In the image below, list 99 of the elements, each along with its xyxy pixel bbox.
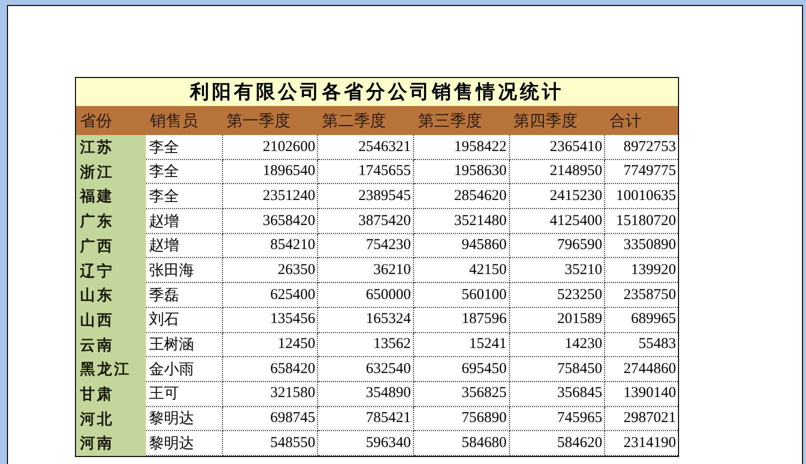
table-cell: 李全 — [146, 184, 223, 210]
column-header: 第二季度 — [322, 110, 386, 132]
table-cell: 3521480 — [414, 209, 510, 234]
table-cell: 754230 — [318, 234, 414, 258]
province-cell: 甘肃 — [76, 382, 146, 407]
table-cell: 3875420 — [318, 209, 414, 234]
province-cell: 山东 — [76, 283, 146, 308]
table-cell: 945860 — [414, 234, 510, 258]
table-cell: 15241 — [414, 332, 510, 358]
table-cell: 35210 — [510, 258, 606, 284]
table-cell: 李全 — [146, 135, 223, 160]
province-cell: 河南 — [76, 431, 146, 456]
table-cell: 758450 — [510, 357, 606, 382]
table-cell: 2365410 — [510, 135, 606, 160]
table-cell: 李全 — [146, 160, 223, 184]
table-cell: 796590 — [510, 234, 606, 258]
table-cell: 560100 — [414, 283, 510, 308]
table-cell: 赵增 — [146, 209, 223, 234]
table-cell: 7749775 — [605, 160, 678, 184]
table-title: 利阳有限公司各省分公司销售情况统计 — [76, 78, 678, 106]
table-cell: 2314190 — [605, 431, 678, 456]
table-cell: 135456 — [222, 308, 318, 332]
column-header: 省份 — [80, 110, 112, 132]
table-cell: 黎明达 — [146, 431, 223, 456]
table-cell: 1745655 — [318, 160, 414, 184]
table-cell: 2358750 — [605, 283, 678, 308]
table-cell: 2744860 — [605, 357, 678, 382]
table-cell: 139920 — [605, 258, 678, 284]
table-cell: 3658420 — [222, 209, 318, 234]
table-cell: 785421 — [318, 406, 414, 432]
table-cell: 26350 — [222, 258, 318, 284]
table-cell: 756890 — [414, 406, 510, 432]
table-cell: 2389545 — [318, 184, 414, 210]
table-cell: 201589 — [510, 308, 606, 332]
table-cell: 596340 — [318, 431, 414, 456]
table-cell: 王可 — [146, 382, 223, 407]
table-cell: 689965 — [605, 308, 678, 332]
table-cell: 15180720 — [605, 209, 678, 234]
table-cell: 8972753 — [605, 135, 678, 160]
table-cell: 187596 — [414, 308, 510, 332]
table-cell: 12450 — [222, 332, 318, 358]
column-header: 第三季度 — [418, 110, 482, 132]
table-cell: 356825 — [414, 382, 510, 407]
table-cell: 金小雨 — [146, 357, 223, 382]
table-cell: 季磊 — [146, 283, 223, 308]
table-cell: 354890 — [318, 382, 414, 407]
province-cell: 江苏 — [76, 135, 146, 160]
table-cell: 13562 — [318, 332, 414, 358]
table-cell: 650000 — [318, 283, 414, 308]
table-cell: 赵增 — [146, 234, 223, 258]
province-cell: 云南 — [76, 332, 146, 358]
table-cell: 523250 — [510, 283, 606, 308]
table-cell: 1958630 — [414, 160, 510, 184]
table-cell: 658420 — [222, 357, 318, 382]
table-cell: 584680 — [414, 431, 510, 456]
table-cell: 625400 — [222, 283, 318, 308]
table-cell: 321580 — [222, 382, 318, 407]
table-cell: 黎明达 — [146, 406, 223, 432]
table-cell: 2987021 — [605, 406, 678, 432]
table-cell: 刘石 — [146, 308, 223, 332]
table-cell: 55483 — [605, 332, 678, 358]
province-cell: 黑龙江 — [76, 357, 146, 382]
table-cell: 2148950 — [510, 160, 606, 184]
province-cell: 福建 — [76, 184, 146, 210]
column-header: 第四季度 — [514, 110, 578, 132]
table-cell: 14230 — [510, 332, 606, 358]
table-cell: 698745 — [222, 406, 318, 432]
table-cell: 2546321 — [318, 135, 414, 160]
province-cell: 山西 — [76, 308, 146, 332]
table-cell: 36210 — [318, 258, 414, 284]
table-cell: 张田海 — [146, 258, 223, 284]
province-cell: 浙江 — [76, 160, 146, 184]
table-cell: 695450 — [414, 357, 510, 382]
table-cell: 2415230 — [510, 184, 606, 210]
table-cell: 4125400 — [510, 209, 606, 234]
province-cell: 辽宁 — [76, 258, 146, 284]
table-cell: 745965 — [510, 406, 606, 432]
table-cell: 42150 — [414, 258, 510, 284]
table-cell: 632540 — [318, 357, 414, 382]
table-cell: 1958422 — [414, 135, 510, 160]
table-cell: 165324 — [318, 308, 414, 332]
province-cell: 广东 — [76, 209, 146, 234]
table-cell: 854210 — [222, 234, 318, 258]
table-cell: 2102600 — [222, 135, 318, 160]
table-cell: 1896540 — [222, 160, 318, 184]
table-cell: 1390140 — [605, 382, 678, 407]
province-cell: 河北 — [76, 406, 146, 432]
table-cell: 3350890 — [605, 234, 678, 258]
province-cell: 广西 — [76, 234, 146, 258]
table-cell: 10010635 — [605, 184, 678, 210]
table-cell: 2351240 — [222, 184, 318, 210]
table-cell: 356845 — [510, 382, 606, 407]
table-cell: 王树涵 — [146, 332, 223, 358]
column-header: 合计 — [609, 110, 642, 132]
column-header: 销售员 — [150, 110, 198, 132]
table-cell: 584620 — [510, 431, 606, 456]
column-header: 第一季度 — [226, 110, 291, 132]
table-cell: 2854620 — [414, 184, 510, 210]
table-cell: 548550 — [222, 431, 318, 456]
